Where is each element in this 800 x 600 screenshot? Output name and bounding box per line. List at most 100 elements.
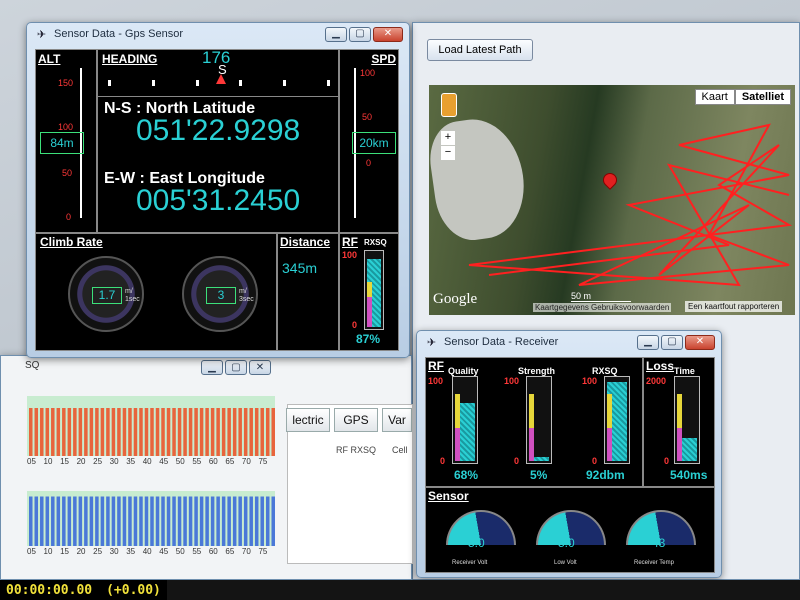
rf-value: 87% (356, 332, 381, 346)
bar-zone (529, 428, 534, 461)
chart-bar (111, 496, 116, 546)
chart-bar (232, 496, 237, 546)
chart-rf-rxsq (27, 396, 275, 456)
close-button[interactable]: ✕ (685, 334, 715, 350)
tab-var[interactable]: Var (382, 408, 412, 432)
time-label: Time (674, 366, 695, 376)
chart-window: SQ ▁ ▢ ✕ 05 10 15 20 25 30 35 40 45 50 55 60 65 70 75 … (0, 355, 413, 580)
sensor-label: Sensor (428, 489, 469, 503)
chart-bar (150, 408, 154, 456)
chart-bar (51, 496, 55, 546)
chart-bar (161, 496, 165, 546)
quality-bottom: 0 (440, 456, 446, 466)
spd-panel: SPD 100 50 0 20km (339, 49, 399, 233)
loss-top: 2000 (646, 376, 667, 386)
x-tick-label: 55 (192, 547, 202, 556)
clock-delta: (+0.00) (106, 582, 161, 598)
climb-gauge-2-unit: m/ 3sec (239, 288, 254, 303)
bar-zone (607, 394, 612, 429)
heading-label: HEADING (102, 52, 158, 66)
load-latest-path-button[interactable]: Load Latest Path (427, 39, 533, 61)
chart-bar (78, 408, 83, 456)
chart-bar (100, 496, 105, 546)
chart-bar (166, 496, 171, 546)
distance-value: 345m (282, 260, 318, 276)
maximize-button[interactable]: ▢ (349, 26, 371, 42)
report-map-error-link[interactable]: Een kaartfout rapporteren (685, 301, 783, 312)
alt-panel: ALT 150 100 50 0 84m (35, 49, 97, 233)
climb-gauge-2: 3 m/ 3sec (182, 256, 258, 332)
minimize-button[interactable]: ▁ (325, 26, 347, 42)
climb-rate-label: Climb Rate (40, 235, 103, 249)
map-type-satelliet[interactable]: Satelliet (734, 89, 791, 105)
chart-bar (249, 408, 253, 456)
strength-top: 100 (504, 376, 520, 386)
chart-bar (216, 408, 220, 456)
x-tick-label: 70 (241, 457, 251, 466)
maximize-button[interactable]: ▢ (661, 334, 683, 350)
x-tick-label: 50 (175, 457, 185, 466)
zoom-in-button[interactable]: + (441, 131, 455, 145)
gps-sensor-window: ✈ Sensor Data - Gps Sensor ▁ ▢ ✕ ALT 150 1… (26, 22, 410, 358)
alt-label: ALT (38, 52, 61, 66)
climb-gauge-1: 1.7 m/ 1sec (68, 256, 144, 332)
loss-label: Loss (646, 359, 675, 373)
x-tick-label: 05 (27, 547, 36, 556)
google-logo: Google (433, 291, 478, 307)
bar-zone (677, 428, 682, 461)
x-tick-label: 70 (241, 547, 251, 556)
tab-electric[interactable]: lectric (286, 408, 330, 432)
tab-gps[interactable]: GPS (334, 408, 378, 432)
receiver-rf-label: RF (428, 359, 444, 373)
receiver-temp-label: Receiver Temp (634, 560, 674, 566)
map-view[interactable]: + − Kaart Satelliet Google 50 m Kaartgeg… (429, 85, 795, 315)
x-tick-label: 15 (60, 457, 69, 466)
bar-zone (455, 394, 460, 429)
x-tick-label: 15 (60, 547, 69, 556)
sensor-panel: Sensor 5.0 Receiver Volt 5.0 Low Volt 43… (425, 487, 715, 573)
chart-bar (172, 496, 176, 546)
chart-bar (133, 408, 138, 456)
minimize-button[interactable]: ▁ (637, 334, 659, 350)
minimize-button[interactable]: ▁ (201, 360, 223, 375)
close-button[interactable]: ✕ (373, 26, 403, 42)
x-tick-label: 45 (159, 457, 169, 466)
low-volt-label: Low Volt (554, 560, 577, 566)
chart-bar (128, 496, 132, 546)
chart-bar (84, 408, 88, 456)
chart-bar (128, 408, 132, 456)
alt-tick: 100 (58, 122, 74, 132)
x-tick-label: 20 (76, 457, 86, 466)
satellite-icon: ✈ (426, 336, 437, 349)
chart-bar (95, 496, 99, 546)
chart-bar (183, 408, 187, 456)
zoom-out-button[interactable]: − (441, 146, 455, 160)
x-tick-label: 25 (93, 457, 103, 466)
chart-bar (221, 408, 226, 456)
rf-top: 100 (342, 250, 358, 260)
x-tick-label: 65 (225, 547, 235, 556)
x-tick-label: 65 (225, 457, 235, 466)
map-scale: 50 m (571, 291, 631, 302)
chart-bar (40, 408, 44, 456)
chart-bar (122, 496, 127, 546)
chart-bar (67, 408, 72, 456)
chart-bar (67, 496, 72, 546)
chart2-x-axis: 05 10 15 20 25 30 35 40 45 50 55 60 65 70 75 (27, 547, 275, 557)
x-tick-label: 35 (126, 547, 136, 556)
map-type-kaart[interactable]: Kaart (694, 89, 735, 105)
receiver-volt-label: Receiver Volt (452, 560, 488, 566)
divider (98, 96, 340, 97)
map-footer[interactable]: Kaartgegevens Gebruiksvoorwaarden (533, 303, 672, 312)
strength-bottom: 0 (514, 456, 520, 466)
pegman-icon[interactable] (441, 93, 457, 117)
close-button[interactable]: ✕ (249, 360, 271, 375)
chart-bar (265, 408, 270, 456)
status-bar: 00:00:00.00 (+0.00) (0, 580, 800, 600)
maximize-button[interactable]: ▢ (225, 360, 247, 375)
chart-bar (144, 496, 149, 546)
gps-title-bar: ✈ Sensor Data - Gps Sensor ▁ ▢ ✕ (27, 23, 409, 45)
chart-bar (227, 496, 231, 546)
chart-bar (144, 408, 149, 456)
chart-bar (194, 496, 198, 546)
